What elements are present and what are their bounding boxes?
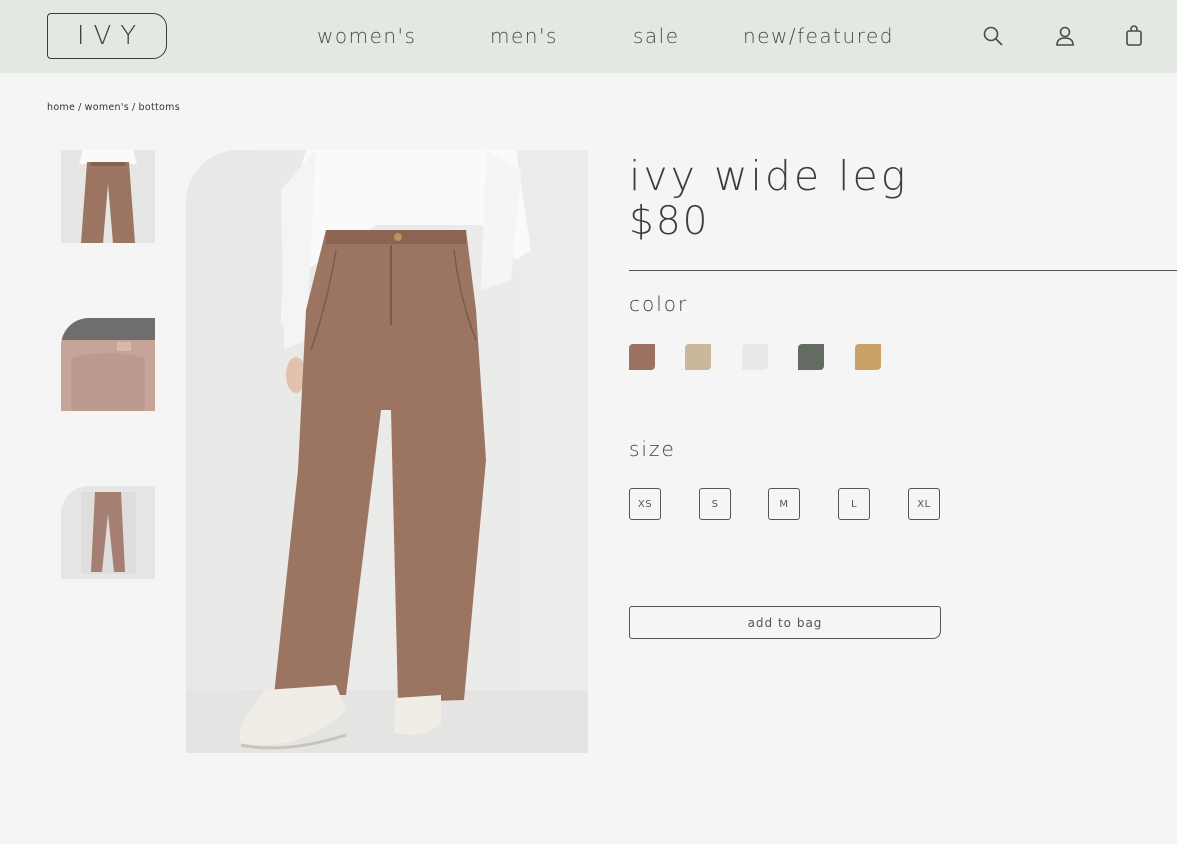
nav-new-featured[interactable]: new/featured: [743, 24, 894, 48]
breadcrumb-bottoms[interactable]: bottoms: [139, 102, 180, 113]
product-price: $80: [629, 199, 710, 244]
breadcrumb-separator: /: [78, 102, 82, 113]
breadcrumb-home[interactable]: home: [47, 102, 75, 113]
divider: [629, 270, 1177, 271]
thumbnail-flat[interactable]: [61, 486, 155, 579]
shopping-bag-icon[interactable]: [1122, 24, 1146, 48]
size-button-s[interactable]: S: [699, 488, 731, 520]
size-button-l[interactable]: L: [838, 488, 870, 520]
size-button-xs[interactable]: XS: [629, 488, 661, 520]
user-icon[interactable]: [1053, 24, 1077, 48]
size-button-m[interactable]: M: [768, 488, 800, 520]
size-button-xl[interactable]: XL: [908, 488, 940, 520]
nav-mens[interactable]: men's: [490, 24, 558, 48]
color-swatch-brown[interactable]: [629, 344, 655, 370]
size-label: size: [629, 437, 676, 461]
color-label: color: [629, 292, 689, 316]
nav-sale[interactable]: sale: [633, 24, 680, 48]
breadcrumb-womens[interactable]: women's: [85, 102, 129, 113]
nav-womens[interactable]: women's: [317, 24, 416, 48]
color-swatch-tan[interactable]: [685, 344, 711, 370]
breadcrumb-separator: /: [132, 102, 136, 113]
thumbnail-back[interactable]: [61, 318, 155, 411]
logo[interactable]: IVY: [47, 13, 167, 59]
color-swatch-mustard[interactable]: [855, 344, 881, 370]
breadcrumb: home / women's / bottoms: [47, 102, 180, 113]
product-title: ivy wide leg: [629, 152, 909, 200]
site-header: IVY women's men's sale new/featured: [0, 0, 1177, 73]
product-main-image: [186, 150, 588, 753]
search-icon[interactable]: [981, 24, 1005, 48]
color-swatch-dark-green[interactable]: [798, 344, 824, 370]
color-swatch-light-gray[interactable]: [742, 344, 768, 370]
add-to-bag-button[interactable]: add to bag: [629, 606, 941, 639]
thumbnail-front[interactable]: [61, 150, 155, 243]
